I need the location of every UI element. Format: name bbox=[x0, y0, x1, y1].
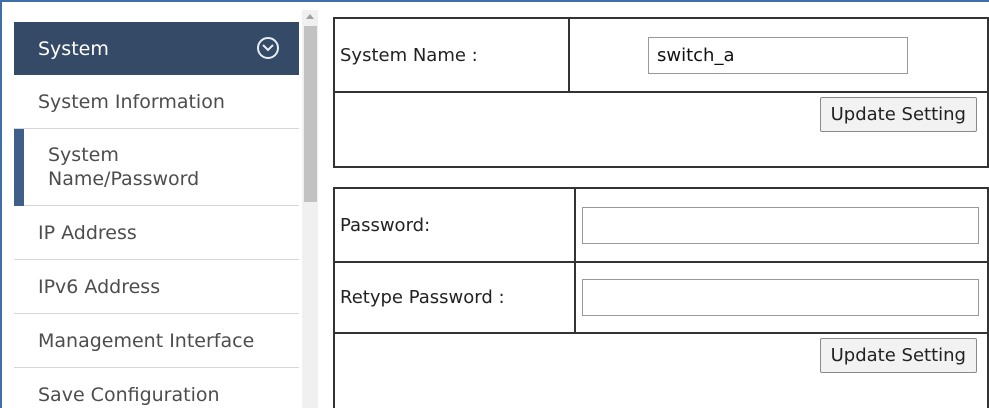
scrollbar-thumb[interactable] bbox=[304, 26, 317, 202]
system-name-label: System Name : bbox=[333, 17, 570, 93]
chevron-down-icon[interactable] bbox=[257, 37, 279, 59]
sidebar-item-ipv6-address[interactable]: IPv6 Address bbox=[14, 260, 299, 314]
sidebar-item-management-interface[interactable]: Management Interface bbox=[14, 314, 299, 368]
sidebar-scrollbar[interactable] bbox=[302, 10, 318, 408]
sidebar-item-label: System Name/Password bbox=[48, 143, 199, 191]
retype-password-label: Retype Password : bbox=[333, 261, 576, 334]
sidebar-item-ip-address[interactable]: IP Address bbox=[14, 206, 299, 260]
sidebar-item-label-line2: Name/Password bbox=[48, 168, 200, 190]
sidebar-section-title: System bbox=[38, 37, 109, 60]
sidebar-section-system[interactable]: System bbox=[14, 22, 299, 75]
sidebar-item-label: IPv6 Address bbox=[38, 275, 161, 298]
system-name-button-cell: Update Setting bbox=[333, 91, 989, 168]
retype-password-input-cell bbox=[574, 261, 989, 334]
sidebar-item-label: Save Configuration bbox=[38, 383, 220, 406]
sidebar-item-label: IP Address bbox=[38, 221, 137, 244]
update-system-name-button[interactable]: Update Setting bbox=[819, 97, 977, 132]
sidebar-item-label: Management Interface bbox=[38, 329, 255, 352]
frame-border-top bbox=[0, 0, 989, 2]
system-name-input-cell bbox=[568, 17, 989, 93]
password-button-cell: Update Setting bbox=[333, 332, 989, 408]
password-input[interactable] bbox=[582, 206, 979, 244]
system-name-table: System Name : Update Setting bbox=[333, 17, 989, 168]
password-table: Password: Retype Password : Update Setti… bbox=[333, 187, 989, 408]
system-name-input[interactable] bbox=[648, 36, 908, 74]
sidebar-item-label-line1: System bbox=[48, 144, 119, 166]
password-label: Password: bbox=[333, 187, 576, 263]
scroll-up-arrow-icon[interactable] bbox=[302, 10, 318, 24]
sidebar-item-system-name-password[interactable]: System Name/Password bbox=[14, 129, 299, 206]
sidebar-item-system-information[interactable]: System Information bbox=[14, 75, 299, 129]
frame-border-left bbox=[0, 0, 2, 408]
password-input-cell bbox=[574, 187, 989, 263]
sidebar-menu: System System Information System Name/Pa… bbox=[14, 22, 299, 408]
sidebar-item-label: System Information bbox=[38, 90, 225, 113]
sidebar-item-save-configuration[interactable]: Save Configuration bbox=[14, 368, 299, 408]
retype-password-input[interactable] bbox=[582, 279, 979, 316]
update-password-button[interactable]: Update Setting bbox=[819, 338, 977, 373]
